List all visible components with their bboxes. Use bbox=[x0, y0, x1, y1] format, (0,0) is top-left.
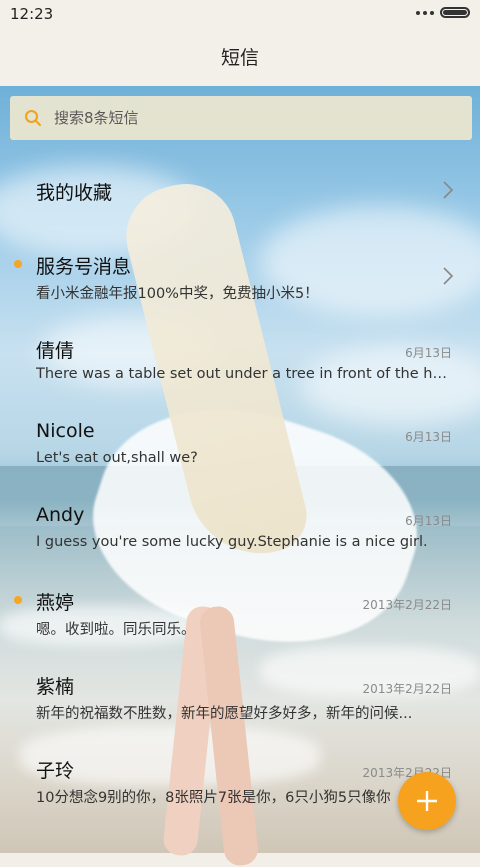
chevron-right-icon bbox=[443, 267, 454, 285]
contact-name: 我的收藏 bbox=[36, 182, 113, 204]
contact-name: 服务号消息 bbox=[36, 256, 132, 278]
message-preview: Let's eat out,shall we? bbox=[36, 450, 198, 466]
chevron-right-icon bbox=[443, 181, 454, 199]
status-time: 12:23 bbox=[10, 5, 54, 23]
message-preview: 10分想念9别的你，8张照片7张是你，6只小狗5只像你 bbox=[36, 790, 391, 806]
search-bar[interactable] bbox=[10, 96, 472, 140]
plus-icon bbox=[417, 791, 437, 811]
page-title: 短信 bbox=[0, 30, 480, 86]
message-preview: There was a table set out under a tree i… bbox=[36, 366, 452, 382]
list-item-favorites[interactable]: 我的收藏 bbox=[0, 150, 480, 234]
contact-name: 子玲 bbox=[36, 760, 75, 782]
message-date: 6月13日 bbox=[405, 346, 452, 360]
message-date: 6月13日 bbox=[405, 430, 452, 444]
contact-name: 紫楠 bbox=[36, 676, 75, 698]
unread-dot bbox=[14, 260, 22, 268]
message-preview: 新年的祝福数不胜数，新年的愿望好多好多，新年的问候... bbox=[36, 706, 413, 722]
status-icons bbox=[416, 7, 470, 18]
more-dots-icon bbox=[416, 10, 434, 15]
list-item[interactable]: Andy 6月13日 I guess you're some lucky guy… bbox=[0, 486, 480, 570]
status-bar: 12:23 bbox=[0, 0, 480, 30]
message-date: 2013年2月22日 bbox=[362, 598, 452, 612]
message-date: 2013年2月22日 bbox=[362, 682, 452, 696]
search-icon bbox=[25, 110, 41, 126]
contact-name: Nicole bbox=[36, 420, 95, 442]
list-item-service[interactable]: 服务号消息 看小米金融年报100%中奖，免费抽小米5！ bbox=[0, 234, 480, 318]
message-date: 6月13日 bbox=[405, 514, 452, 528]
list-item[interactable]: 倩倩 6月13日 There was a table set out under… bbox=[0, 318, 480, 402]
message-preview: I guess you're some lucky guy.Stephanie … bbox=[36, 534, 428, 550]
compose-button[interactable] bbox=[398, 772, 456, 830]
message-preview: 嗯。收到啦。同乐同乐。 bbox=[36, 622, 196, 638]
list-item[interactable]: 紫楠 2013年2月22日 新年的祝福数不胜数，新年的愿望好多好多，新年的问候.… bbox=[0, 654, 480, 738]
battery-icon bbox=[440, 7, 470, 18]
search-input[interactable] bbox=[52, 108, 436, 128]
list-item[interactable]: 燕婷 2013年2月22日 嗯。收到啦。同乐同乐。 bbox=[0, 570, 480, 654]
contact-name: 倩倩 bbox=[36, 340, 75, 362]
list-item[interactable]: Nicole 6月13日 Let's eat out,shall we? bbox=[0, 402, 480, 486]
message-preview: 看小米金融年报100%中奖，免费抽小米5！ bbox=[36, 286, 319, 302]
unread-dot bbox=[14, 596, 22, 604]
contact-name: 燕婷 bbox=[36, 592, 75, 614]
contact-name: Andy bbox=[36, 504, 85, 526]
